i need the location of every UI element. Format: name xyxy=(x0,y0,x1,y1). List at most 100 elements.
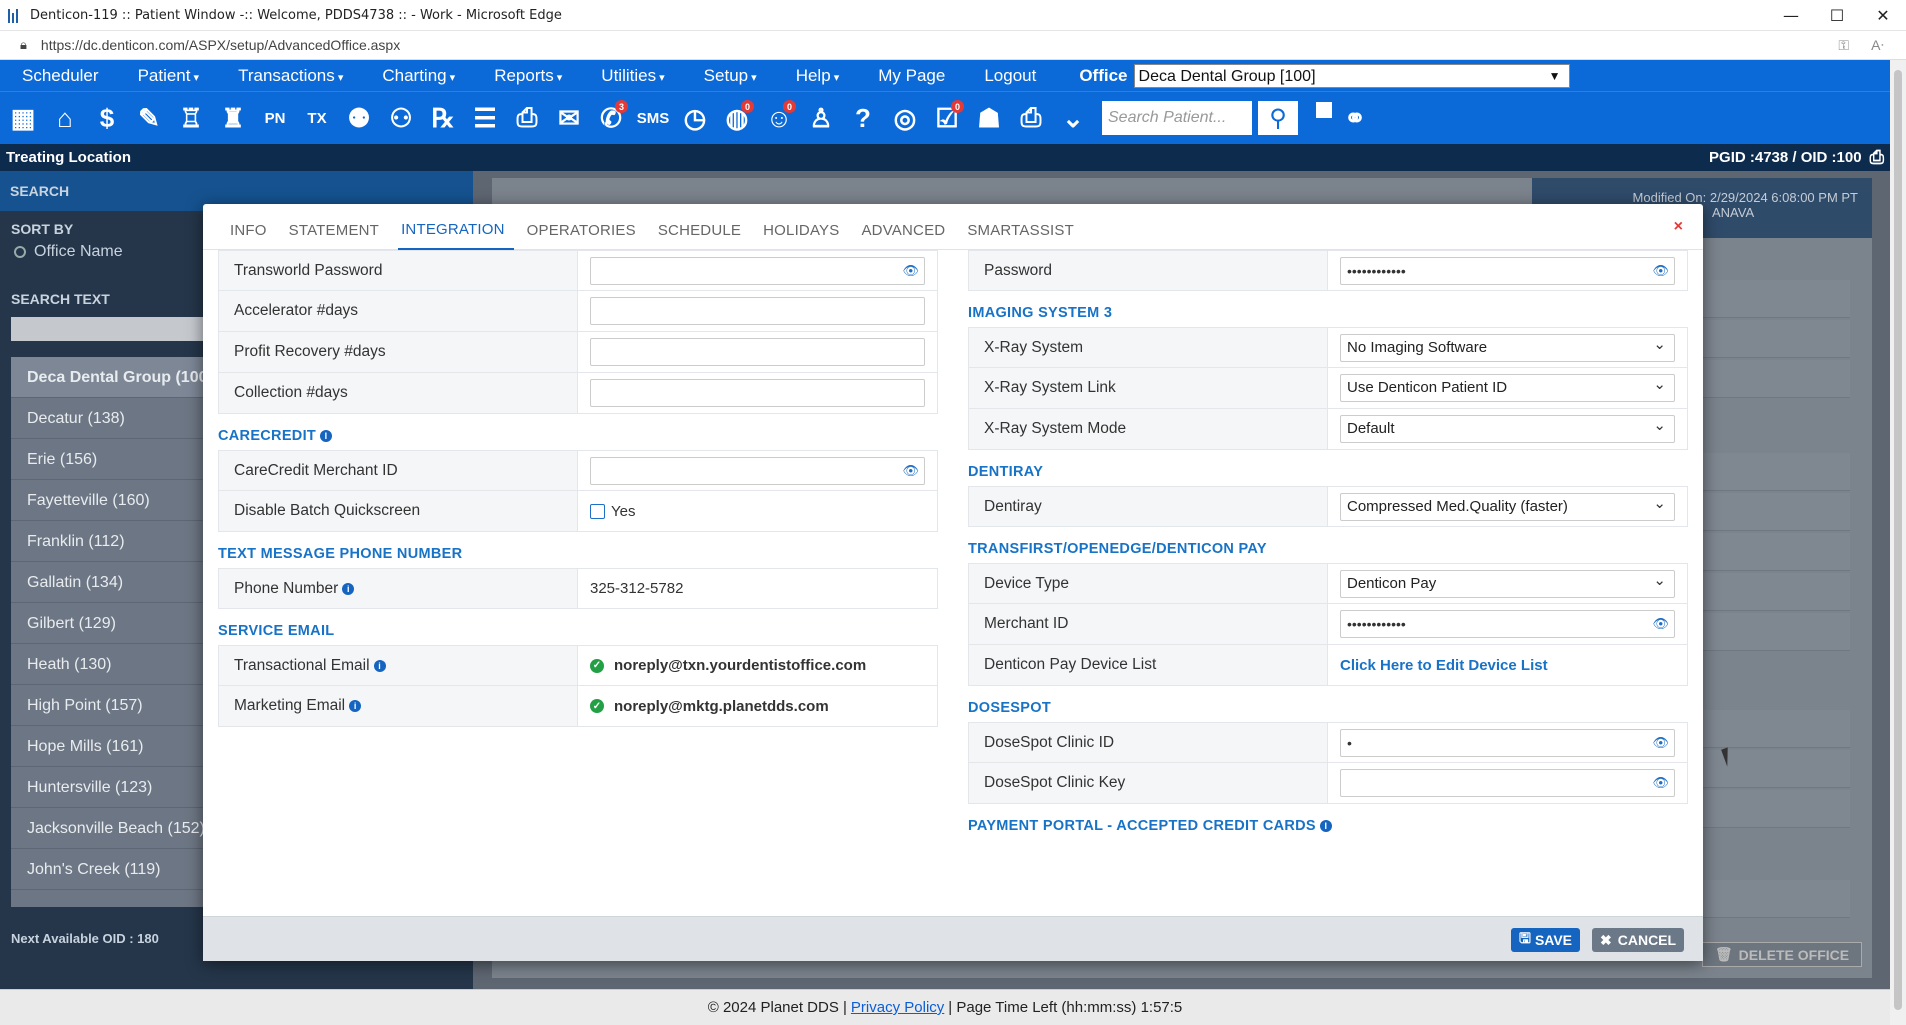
print-location-icon[interactable]: ⎙ xyxy=(1870,147,1884,168)
merchant-id-input[interactable]: •••••••••••• 👁︎ xyxy=(1340,610,1675,638)
dosespot-clinic-key-input[interactable]: 👁︎ xyxy=(1340,769,1675,797)
mail-icon[interactable]: ✉ xyxy=(550,98,588,138)
pn-icon[interactable]: PN xyxy=(256,98,294,138)
collection-label: Collection #days xyxy=(219,373,578,413)
group-icon[interactable]: ☗ xyxy=(970,98,1008,138)
dosespot-clinic-id-input[interactable]: • 👁︎ xyxy=(1340,728,1675,757)
tab-advanced[interactable]: ADVANCED xyxy=(858,222,954,249)
device-type-label: Device Type xyxy=(969,564,1328,603)
task-icon[interactable]: ☑ 0 xyxy=(928,98,966,138)
close-modal-icon[interactable]: × xyxy=(1674,218,1683,236)
info-icon[interactable]: i xyxy=(320,430,333,442)
menu-charting[interactable]: Charting xyxy=(382,66,472,86)
implant-icon[interactable]: ♜ xyxy=(214,98,252,138)
menu-my-page[interactable]: My Page xyxy=(878,66,962,86)
eye-icon[interactable]: 👁︎ xyxy=(1652,735,1669,751)
info-icon[interactable]: i xyxy=(1319,820,1332,832)
menu-logout[interactable]: Logout xyxy=(984,66,1053,86)
add-family-icon[interactable]: ⚇ xyxy=(382,98,420,138)
menu-transactions[interactable]: Transactions xyxy=(238,66,360,86)
scrollbar-thumb[interactable] xyxy=(1894,70,1902,1010)
xray-link-select[interactable]: Use Denticon Patient ID xyxy=(1340,374,1675,402)
add-patient-icon[interactable]: ⚉ xyxy=(340,98,378,138)
eye-icon[interactable]: 👁︎ xyxy=(902,263,919,279)
toolbar-checkbox[interactable] xyxy=(1316,102,1332,118)
menu-reports[interactable]: Reports xyxy=(494,66,579,86)
transfirst-section-title: TRANSFIRST/OPENEDGE/DENTICON PAY xyxy=(968,541,1267,557)
password-input[interactable]: •••••••••••• 👁︎ xyxy=(1340,256,1675,285)
clock-icon[interactable]: ◷ xyxy=(676,98,714,138)
info-icon[interactable]: i xyxy=(342,583,355,595)
calendar-icon[interactable]: ▦ xyxy=(4,98,42,138)
collapse-icon-glyph: ⌄ xyxy=(1062,102,1084,133)
eye-icon[interactable]: 👁︎ xyxy=(1652,775,1669,791)
dentiray-select[interactable]: Compressed Med.Quality (faster) xyxy=(1340,492,1675,521)
minimize-icon[interactable]: — xyxy=(1768,6,1814,25)
close-window-icon[interactable]: ✕ xyxy=(1860,6,1906,25)
radio-icon xyxy=(14,246,26,258)
tooth-chart-icon[interactable]: ♙ xyxy=(802,98,840,138)
tab-statement[interactable]: STATEMENT xyxy=(286,222,388,249)
xray-system-select[interactable]: No Imaging Software xyxy=(1340,333,1675,362)
eye-icon[interactable]: 👁︎ xyxy=(902,463,919,479)
help-tooth-icon[interactable]: ? xyxy=(844,98,882,138)
tx-icon[interactable]: TX xyxy=(298,98,336,138)
eye-icon[interactable]: 👁︎ xyxy=(1652,263,1669,279)
tab-integration[interactable]: INTEGRATION xyxy=(398,221,514,250)
web-icon[interactable]: ◎ xyxy=(886,98,924,138)
privacy-policy-link[interactable]: Privacy Policy xyxy=(851,999,944,1016)
accelerator-input[interactable] xyxy=(590,297,925,325)
notes-icon[interactable]: ☰ xyxy=(466,98,504,138)
info-icon[interactable]: i xyxy=(373,660,386,672)
tab-smartassist[interactable]: SMARTASSIST xyxy=(964,222,1083,249)
url-field[interactable]: https://dc.denticon.com/ASPX/setup/Advan… xyxy=(41,37,1839,53)
collapse-icon[interactable]: ⌄ xyxy=(1054,98,1092,138)
profit-recovery-label: Profit Recovery #days xyxy=(219,332,578,372)
edit-device-list-link[interactable]: Click Here to Edit Device List xyxy=(1340,657,1548,674)
pn-icon-glyph: PN xyxy=(264,109,286,127)
patient-search-icon[interactable]: ⚲ xyxy=(1256,101,1298,135)
menu-scheduler[interactable]: Scheduler xyxy=(22,66,116,86)
home-icon[interactable]: ⌂ xyxy=(46,98,84,138)
printer-doc-icon[interactable]: ⎙ xyxy=(508,98,546,138)
menu-help[interactable]: Help xyxy=(796,66,857,86)
globe-badge-icon[interactable]: ◍ 0 xyxy=(718,98,756,138)
eye-icon[interactable]: 👁︎ xyxy=(1652,616,1669,632)
device-type-select[interactable]: Denticon Pay xyxy=(1340,569,1675,598)
transactional-email-label: Transactional Email i xyxy=(219,646,578,685)
menu-patient[interactable]: Patient xyxy=(138,66,217,86)
cancel-button[interactable]: ✖ CANCEL xyxy=(1592,928,1685,952)
tab-schedule[interactable]: SCHEDULE xyxy=(655,222,750,249)
people-search-icon[interactable]: ⚭ xyxy=(1336,98,1374,138)
menu-setup[interactable]: Setup xyxy=(704,66,774,86)
sms-icon[interactable]: SMS xyxy=(634,98,672,138)
carecredit-title-text: CARECREDIT xyxy=(218,428,317,444)
page-scrollbar[interactable] xyxy=(1890,60,1906,1025)
info-icon[interactable]: i xyxy=(349,700,362,712)
tab-info[interactable]: INFO xyxy=(227,222,276,249)
menu-utilities[interactable]: Utilities xyxy=(601,66,681,86)
tab-holidays[interactable]: HOLIDAYS xyxy=(760,222,848,249)
tooth-icon[interactable]: ♖ xyxy=(172,98,210,138)
office-select[interactable]: Deca Dental Group [100] xyxy=(1133,63,1570,88)
collection-input[interactable] xyxy=(590,379,925,407)
xray-mode-select[interactable]: Default xyxy=(1340,415,1675,443)
print-icon[interactable]: ⎙ xyxy=(1012,98,1050,138)
profit-recovery-input[interactable] xyxy=(590,338,925,366)
chat-icon[interactable]: ✆ 3 xyxy=(592,98,630,138)
delete-office-button[interactable]: 🗑︎ DELETE OFFICE xyxy=(1702,942,1862,967)
carecredit-merchant-input[interactable]: 👁︎ xyxy=(590,456,925,485)
save-button[interactable]: 🖫︎ SAVE xyxy=(1511,928,1581,952)
rx-icon[interactable]: ℞ xyxy=(424,98,462,138)
dollar-icon[interactable]: $ xyxy=(88,98,126,138)
transworld-password-input[interactable]: 👁︎ xyxy=(590,256,925,285)
cancel-label: CANCEL xyxy=(1617,932,1677,948)
maximize-icon[interactable]: ☐ xyxy=(1814,6,1860,25)
patient-search-input[interactable]: Search Patient... xyxy=(1102,101,1252,135)
tab-operatories[interactable]: OPERATORIES xyxy=(524,222,645,249)
read-aloud-icon[interactable]: Aᐧ xyxy=(1871,37,1884,54)
support-icon[interactable]: ☺ 0 xyxy=(760,98,798,138)
disable-batch-checkbox[interactable] xyxy=(590,503,605,519)
edit-icon[interactable]: ✎ xyxy=(130,98,168,138)
key-icon[interactable]: ⚿ xyxy=(1838,37,1849,54)
